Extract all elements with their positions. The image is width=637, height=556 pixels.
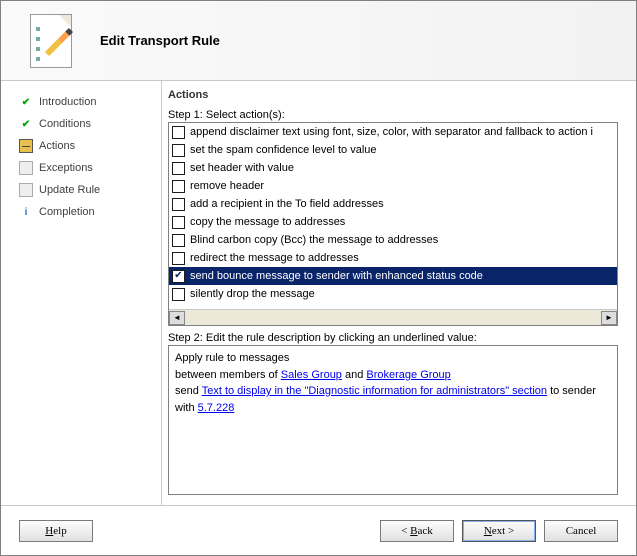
action-label: add a recipient in the To field addresse… (190, 198, 384, 210)
action-row[interactable]: set header with value (169, 159, 617, 177)
wizard-title: Edit Transport Rule (100, 33, 220, 48)
nav-step-label: Conditions (39, 118, 91, 130)
checkbox[interactable] (172, 198, 185, 211)
wizard-header: Edit Transport Rule (1, 1, 636, 81)
action-label: Blind carbon copy (Bcc) the message to a… (190, 234, 438, 246)
link-status-code[interactable]: 5.7.228 (198, 402, 235, 414)
action-row[interactable]: add a recipient in the To field addresse… (169, 195, 617, 213)
wizard-footer: Help < Back Next > Cancel (1, 505, 636, 555)
help-button[interactable]: Help (19, 520, 93, 542)
cancel-button[interactable]: Cancel (544, 520, 618, 542)
link-brokerage-group[interactable]: Brokerage Group (366, 369, 450, 381)
actions-listbox[interactable]: append disclaimer text using font, size,… (168, 122, 618, 326)
action-label: send bounce message to sender with enhan… (190, 270, 483, 282)
action-label: set the spam confidence level to value (190, 144, 377, 156)
checkbox[interactable] (172, 162, 185, 175)
document-edit-icon (16, 11, 86, 71)
action-label: append disclaimer text using font, size,… (190, 126, 593, 138)
desc-line1: Apply rule to messages (175, 350, 611, 367)
nav-step-label: Introduction (39, 96, 96, 108)
horizontal-scrollbar[interactable]: ◄ ► (169, 309, 617, 325)
action-row[interactable]: silently drop the message (169, 285, 617, 303)
nav-step-label: Completion (39, 206, 95, 218)
nav-step-conditions[interactable]: ✔ Conditions (19, 113, 161, 135)
checkbox[interactable] (172, 288, 185, 301)
nav-step-completion[interactable]: i Completion (19, 201, 161, 223)
action-label: copy the message to addresses (190, 216, 345, 228)
nav-step-label: Update Rule (39, 184, 100, 196)
action-label: silently drop the message (190, 288, 315, 300)
action-row[interactable]: ✔ send bounce message to sender with enha… (169, 267, 617, 285)
checkbox[interactable] (172, 180, 185, 193)
desc-line3: send Text to display in the "Diagnostic … (175, 383, 611, 416)
action-label: set header with value (190, 162, 294, 174)
rule-description-box: Apply rule to messages between members o… (168, 345, 618, 495)
back-button[interactable]: < Back (380, 520, 454, 542)
checkbox[interactable] (172, 126, 185, 139)
checkbox[interactable] (172, 234, 185, 247)
panel-title: Actions (168, 89, 618, 101)
desc-line2: between members of Sales Group and Broke… (175, 367, 611, 384)
checkbox[interactable]: ✔ (172, 270, 185, 283)
step1-label: Step 1: Select action(s): (168, 109, 618, 121)
nav-step-update-rule[interactable]: Update Rule (19, 179, 161, 201)
next-button[interactable]: Next > (462, 520, 536, 542)
wizard-dialog: Edit Transport Rule ✔ Introduction ✔ Condit… (0, 0, 637, 556)
nav-step-actions[interactable]: Actions (19, 135, 161, 157)
current-step-icon (19, 139, 33, 153)
pending-step-icon (19, 161, 33, 175)
action-row[interactable]: remove header (169, 177, 617, 195)
action-row[interactable]: Blind carbon copy (Bcc) the message to a… (169, 231, 617, 249)
link-bounce-text[interactable]: Text to display in the "Diagnostic infor… (202, 385, 547, 397)
action-label: redirect the message to addresses (190, 252, 359, 264)
check-icon: ✔ (19, 117, 33, 131)
action-row[interactable]: redirect the message to addresses (169, 249, 617, 267)
scroll-left-icon[interactable]: ◄ (169, 311, 185, 325)
action-row[interactable]: set the spam confidence level to value (169, 141, 617, 159)
wizard-main-panel: Actions Step 1: Select action(s): append… (161, 81, 636, 505)
scroll-right-icon[interactable]: ► (601, 311, 617, 325)
wizard-steps-nav: ✔ Introduction ✔ Conditions Actions Exception… (1, 81, 161, 505)
action-label: remove header (190, 180, 264, 192)
nav-step-label: Actions (39, 140, 75, 152)
link-sales-group[interactable]: Sales Group (281, 369, 342, 381)
pending-step-icon (19, 183, 33, 197)
action-row[interactable]: append disclaimer text using font, size,… (169, 123, 617, 141)
nav-step-exceptions[interactable]: Exceptions (19, 157, 161, 179)
info-icon: i (19, 205, 33, 219)
checkbox[interactable] (172, 252, 185, 265)
checkbox[interactable] (172, 216, 185, 229)
nav-step-introduction[interactable]: ✔ Introduction (19, 91, 161, 113)
nav-step-label: Exceptions (39, 162, 93, 174)
check-icon: ✔ (19, 95, 33, 109)
checkbox[interactable] (172, 144, 185, 157)
action-row[interactable]: copy the message to addresses (169, 213, 617, 231)
step2-label: Step 2: Edit the rule description by cli… (168, 332, 618, 344)
